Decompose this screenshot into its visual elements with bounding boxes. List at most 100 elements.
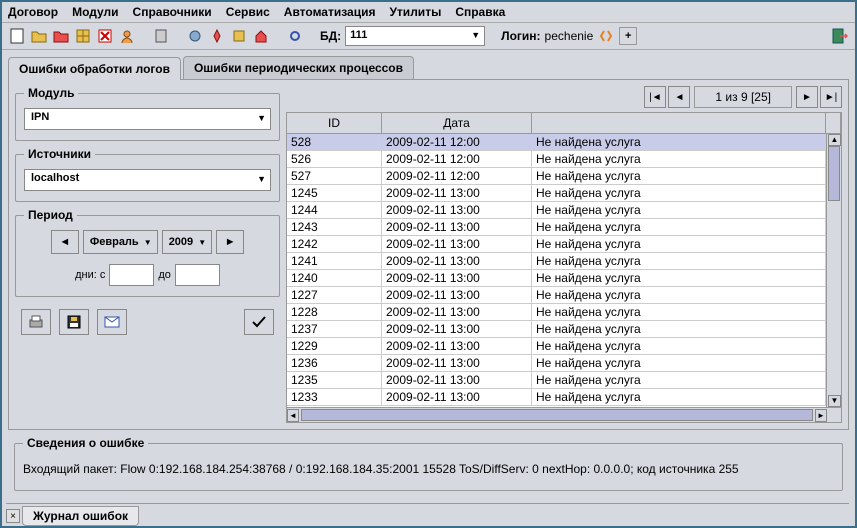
cell-msg: Не найдена услуга (532, 134, 826, 150)
db-select[interactable]: 111 (345, 26, 485, 46)
days-to-label: до (158, 269, 171, 281)
cell-date: 2009-02-11 13:00 (382, 321, 532, 337)
tool2-icon[interactable] (208, 27, 226, 45)
sources-select[interactable]: localhost (24, 169, 271, 191)
cell-msg: Не найдена услуга (532, 168, 826, 184)
menu-service[interactable]: Сервис (226, 5, 270, 19)
table-row[interactable]: 12442009-02-11 13:00Не найдена услуга (287, 202, 826, 219)
scroll-right-icon[interactable]: ► (815, 409, 827, 422)
module-legend: Модуль (24, 86, 78, 100)
open-folder-icon[interactable] (30, 27, 48, 45)
table-row[interactable]: 12292009-02-11 13:00Не найдена услуга (287, 338, 826, 355)
table-row[interactable]: 12352009-02-11 13:00Не найдена услуга (287, 372, 826, 389)
table-row[interactable]: 12412009-02-11 13:00Не найдена услуга (287, 253, 826, 270)
period-fieldset: Период ◄ Февраль 2009 ► дни: с до (15, 208, 280, 297)
col-header-id[interactable]: ID (287, 113, 382, 133)
period-prev-button[interactable]: ◄ (51, 230, 79, 254)
table-row[interactable]: 12452009-02-11 13:00Не найдена услуга (287, 185, 826, 202)
hscroll-thumb[interactable] (301, 409, 813, 421)
folder-red-icon[interactable] (52, 27, 70, 45)
year-select[interactable]: 2009 (162, 230, 212, 254)
cell-date: 2009-02-11 13:00 (382, 236, 532, 252)
cell-msg: Не найдена услуга (532, 389, 826, 405)
refresh-icon[interactable] (286, 27, 304, 45)
menu-help[interactable]: Справка (455, 5, 505, 19)
pager-prev-button[interactable]: ◄ (668, 86, 690, 108)
cell-msg: Не найдена услуга (532, 338, 826, 354)
col-header-date[interactable]: Дата (382, 113, 532, 133)
menu-automation[interactable]: Автоматизация (284, 5, 376, 19)
menu-utilities[interactable]: Утилиты (389, 5, 441, 19)
login-action-icon[interactable] (597, 27, 615, 45)
cell-msg: Не найдена услуга (532, 219, 826, 235)
month-select[interactable]: Февраль (83, 230, 158, 254)
pager-info: 1 из 9 [25] (694, 86, 792, 108)
table-row[interactable]: 12282009-02-11 13:00Не найдена услуга (287, 304, 826, 321)
pager-last-button[interactable]: ►| (820, 86, 842, 108)
cell-id: 1236 (287, 355, 382, 371)
tool3-icon[interactable] (230, 27, 248, 45)
plus-icon[interactable]: + (619, 27, 637, 45)
table-row[interactable]: 5272009-02-11 12:00Не найдена услуга (287, 168, 826, 185)
pager-first-button[interactable]: |◄ (644, 86, 666, 108)
user-icon[interactable] (118, 27, 136, 45)
error-detail-fieldset: Сведения о ошибке Входящий пакет: Flow 0… (14, 436, 843, 491)
tab-log-errors[interactable]: Ошибки обработки логов (8, 57, 181, 80)
tabstrip: Ошибки обработки логов Ошибки периодичес… (8, 56, 849, 80)
grid-icon[interactable] (74, 27, 92, 45)
menu-dogovor[interactable]: Договор (8, 5, 58, 19)
calc-icon[interactable] (152, 27, 170, 45)
tab-periodic-errors[interactable]: Ошибки периодических процессов (183, 56, 414, 79)
close-tab-button[interactable]: × (6, 509, 20, 523)
home-icon[interactable] (252, 27, 270, 45)
save-button[interactable] (59, 309, 89, 335)
table-row[interactable]: 5282009-02-11 12:00Не найдена услуга (287, 134, 826, 151)
print-button[interactable] (21, 309, 51, 335)
col-header-msg[interactable] (532, 113, 826, 133)
cell-date: 2009-02-11 13:00 (382, 372, 532, 388)
cell-msg: Не найдена услуга (532, 321, 826, 337)
day-from-input[interactable] (109, 264, 154, 286)
day-to-input[interactable] (175, 264, 220, 286)
cell-id: 1233 (287, 389, 382, 405)
vertical-scrollbar[interactable]: ▲ ▼ (826, 134, 841, 407)
table-row[interactable]: 12332009-02-11 13:00Не найдена услуга (287, 389, 826, 406)
scroll-thumb[interactable] (828, 146, 840, 201)
scroll-left-icon[interactable]: ◄ (287, 409, 299, 422)
cell-msg: Не найдена услуга (532, 151, 826, 167)
apply-button[interactable] (244, 309, 274, 335)
table-row[interactable]: 12362009-02-11 13:00Не найдена услуга (287, 355, 826, 372)
scroll-up-icon[interactable]: ▲ (828, 134, 841, 146)
table-row[interactable]: 12372009-02-11 13:00Не найдена услуга (287, 321, 826, 338)
period-next-button[interactable]: ► (216, 230, 244, 254)
horizontal-scrollbar[interactable]: ◄ ► (287, 407, 841, 422)
table-row[interactable]: 12422009-02-11 13:00Не найдена услуга (287, 236, 826, 253)
menu-moduli[interactable]: Модули (72, 5, 118, 19)
menubar: Договор Модули Справочники Сервис Автома… (2, 2, 855, 22)
cell-id: 1243 (287, 219, 382, 235)
cell-msg: Не найдена услуга (532, 202, 826, 218)
module-select[interactable]: IPN (24, 108, 271, 130)
tool1-icon[interactable] (186, 27, 204, 45)
mail-button[interactable] (97, 309, 127, 335)
new-doc-icon[interactable] (8, 27, 26, 45)
menu-spravochniki[interactable]: Справочники (133, 5, 212, 19)
table-row[interactable]: 12432009-02-11 13:00Не найдена услуга (287, 219, 826, 236)
scroll-down-icon[interactable]: ▼ (828, 395, 841, 407)
delete-icon[interactable] (96, 27, 114, 45)
cell-date: 2009-02-11 13:00 (382, 389, 532, 405)
days-from-label: дни: с (75, 269, 105, 281)
table-row[interactable]: 12272009-02-11 13:00Не найдена услуга (287, 287, 826, 304)
table-row[interactable]: 5262009-02-11 12:00Не найдена услуга (287, 151, 826, 168)
exit-icon[interactable] (831, 27, 849, 45)
cell-id: 1228 (287, 304, 382, 320)
cell-date: 2009-02-11 12:00 (382, 134, 532, 150)
cell-id: 1241 (287, 253, 382, 269)
login-label: Логин: (501, 29, 540, 43)
cell-msg: Не найдена услуга (532, 355, 826, 371)
table-row[interactable]: 12402009-02-11 13:00Не найдена услуга (287, 270, 826, 287)
bottom-tab-journal[interactable]: Журнал ошибок (22, 506, 139, 526)
cell-date: 2009-02-11 12:00 (382, 151, 532, 167)
period-legend: Период (24, 208, 77, 222)
pager-next-button[interactable]: ► (796, 86, 818, 108)
